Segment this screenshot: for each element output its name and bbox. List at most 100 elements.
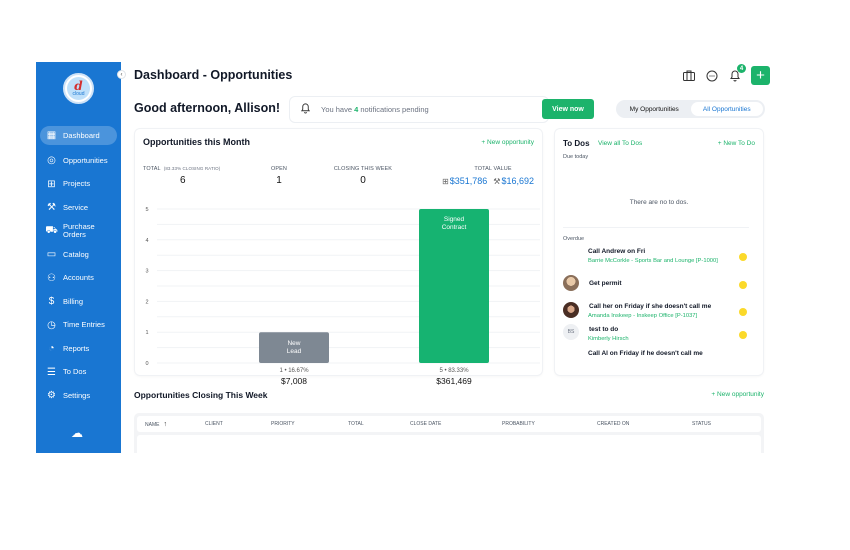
column-header-created-on[interactable]: CREATED ON — [597, 421, 692, 427]
todo-related-link[interactable]: Barrie McCorkle - Sports Bar and Lounge … — [588, 257, 728, 265]
clock-icon: ◷ — [47, 319, 56, 331]
notification-text: You have 4 notifications pending — [321, 105, 429, 114]
priority-dot — [739, 331, 747, 339]
grid-icon: ▦ — [46, 130, 57, 141]
y-tick-label: 2 — [145, 299, 148, 305]
stat-open: OPEN 1 — [259, 166, 299, 186]
bell-icon — [300, 102, 311, 117]
new-opportunity-link-2[interactable]: + New opportunity — [711, 391, 764, 398]
chat-icon[interactable] — [705, 69, 718, 82]
todo-item[interactable]: Call Al on Friday if he doesn't call me — [563, 350, 755, 365]
projects-value: ⊞$351,786 — [442, 176, 488, 186]
column-header-priority[interactable]: PRIORITY — [271, 421, 348, 427]
todos-card: To Dos View all To Dos + New To Do Due t… — [554, 128, 764, 376]
todo-title: test to do — [589, 326, 619, 333]
card-title: Opportunities this Month — [143, 137, 250, 147]
column-header-client[interactable]: CLIENT — [205, 421, 271, 427]
target-icon: ◎ — [47, 155, 56, 167]
sidebar-item-service[interactable]: ⚒ Service — [40, 196, 117, 220]
service-value: ⚒$16,692 — [493, 176, 534, 186]
sidebar-item-purchase-orders[interactable]: ⛟ Purchase Orders — [40, 220, 117, 244]
sidebar-item-label: Purchase Orders — [63, 222, 95, 240]
closing-week-title: Opportunities Closing This Week — [134, 390, 268, 400]
opportunities-scope-toggle: My Opportunities All Opportunities — [616, 100, 765, 118]
briefcase-icon[interactable] — [682, 69, 695, 82]
table-header: NAME ↑ CLIENT PRIORITY TOTAL CLOSE DATE PROBAB… — [137, 416, 761, 432]
sidebar-item-reports[interactable]: ◔ Reports — [40, 337, 117, 361]
wrench-icon: ⚒ — [493, 177, 501, 186]
briefcase-icon: ⊞ — [442, 177, 449, 186]
sidebar-item-label: Dashboard — [63, 130, 100, 140]
priority-dot — [739, 308, 747, 316]
stat-total-value: TOTAL VALUE ⊞$351,786 ⚒$16,692 — [442, 166, 534, 186]
opportunities-month-card: Opportunities this Month + New opportuni… — [134, 128, 543, 386]
todo-item[interactable]: Call Andrew on Fri Barrie McCorkle - Spor… — [563, 248, 755, 272]
app-logo[interactable]: d cloud — [63, 73, 94, 104]
sidebar-item-label: Service — [63, 202, 89, 212]
book-icon: ▭ — [46, 249, 57, 261]
column-header-total[interactable]: TOTAL — [348, 421, 410, 427]
cart-icon: ⛟ — [45, 224, 58, 236]
sidebar-item-label: Projects — [63, 179, 91, 189]
sidebar-item-time-entries[interactable]: ◷ Time Entries — [40, 314, 117, 338]
overdue-todo-list: Call Andrew on Fri Barrie McCorkle - Spor… — [555, 129, 763, 365]
sidebar-item-label: Opportunities — [63, 155, 108, 165]
sidebar-item-dashboard[interactable]: ▦ Dashboard — [40, 126, 117, 145]
todo-related-link[interactable]: Amanda Inskeep - Inskeep Office [P-1037] — [588, 312, 758, 320]
notifications-bell-icon[interactable]: 4 — [728, 64, 746, 82]
list-icon: ☰ — [47, 366, 56, 378]
cloud-sync-icon[interactable]: ☁ — [71, 426, 83, 440]
column-header-close-date[interactable]: CLOSE DATE — [410, 421, 502, 427]
sidebar-item-billing[interactable]: $ Billing — [40, 290, 117, 314]
column-header-name[interactable]: NAME ↑ — [145, 421, 205, 428]
greeting: Good afternoon, Allison! — [134, 101, 281, 115]
priority-dot — [739, 253, 747, 261]
bar-percent-label: 5 • 83.33% — [439, 368, 469, 374]
avatar: BS — [563, 324, 579, 340]
sidebar-item-label: Billing — [63, 296, 84, 306]
todo-item[interactable]: BS test to do Kimberly Hirsch — [563, 324, 755, 350]
sidebar-item-label: Reports — [63, 343, 90, 353]
y-tick-label: 0 — [145, 361, 148, 367]
y-tick-label: 3 — [145, 269, 148, 275]
y-tick-label: 1 — [145, 330, 148, 336]
view-now-button[interactable]: View now — [542, 99, 594, 119]
sidebar-nav: ▦ Dashboard ◎ Opportunities ⊞ Projects ⚒ Servic… — [40, 126, 117, 408]
bar-amount-label: $7,008 — [281, 376, 307, 386]
column-header-probability[interactable]: PROBABILITY — [502, 421, 597, 427]
tab-all-opportunities[interactable]: All Opportunities — [690, 102, 763, 116]
todo-item[interactable]: Get permit — [563, 275, 755, 300]
y-tick-label: 4 — [145, 238, 148, 244]
sidebar-collapse-button[interactable]: ‹ — [117, 70, 126, 79]
y-tick-label: 5 — [145, 207, 148, 213]
todo-related-link[interactable]: Kimberly Hirsch — [588, 335, 728, 343]
new-opportunity-link[interactable]: + New opportunity — [481, 139, 534, 146]
sidebar-item-settings[interactable]: ⚙ Settings — [40, 384, 117, 408]
sidebar-item-projects[interactable]: ⊞ Projects — [40, 173, 117, 197]
todo-title: Get permit — [589, 280, 622, 287]
stat-closing-this-week: CLOSING THIS WEEK 0 — [323, 166, 403, 186]
pie-chart-icon: ◔ — [48, 343, 55, 355]
closing-value: 0 — [360, 175, 366, 186]
sidebar-item-accounts[interactable]: ⚇ Accounts — [40, 267, 117, 291]
bar-label: Lead — [287, 348, 302, 355]
sidebar-item-to-dos[interactable]: ☰ To Dos — [40, 361, 117, 385]
dollar-icon: $ — [48, 296, 55, 308]
sort-ascending-icon[interactable]: ↑ — [163, 421, 167, 428]
notification-banner: You have 4 notifications pending — [289, 96, 549, 123]
tab-my-opportunities[interactable]: My Opportunities — [618, 102, 691, 116]
todo-item[interactable]: Call her on Friday if she doesn't call m… — [563, 302, 758, 327]
bar-label: Contract — [442, 224, 467, 231]
sidebar-item-label: Settings — [63, 390, 91, 400]
sidebar-item-catalog[interactable]: ▭ Catalog — [40, 243, 117, 267]
stat-total: TOTAL (83.33% CLOSING RATIO) 6 — [143, 166, 221, 186]
column-header-status[interactable]: STATUS — [692, 421, 752, 427]
add-button[interactable]: + — [751, 66, 770, 85]
sidebar-item-opportunities[interactable]: ◎ Opportunities — [40, 149, 117, 173]
todo-title: Call her on Friday if she doesn't call m… — [589, 303, 712, 310]
users-icon: ⚇ — [47, 272, 56, 284]
bar-signed-contract[interactable] — [419, 209, 489, 363]
sidebar: d cloud ▦ Dashboard ◎ Opportunities ⊞ Project… — [36, 62, 121, 453]
total-value: 6 — [180, 175, 186, 186]
briefcase-icon: ⊞ — [47, 178, 56, 190]
